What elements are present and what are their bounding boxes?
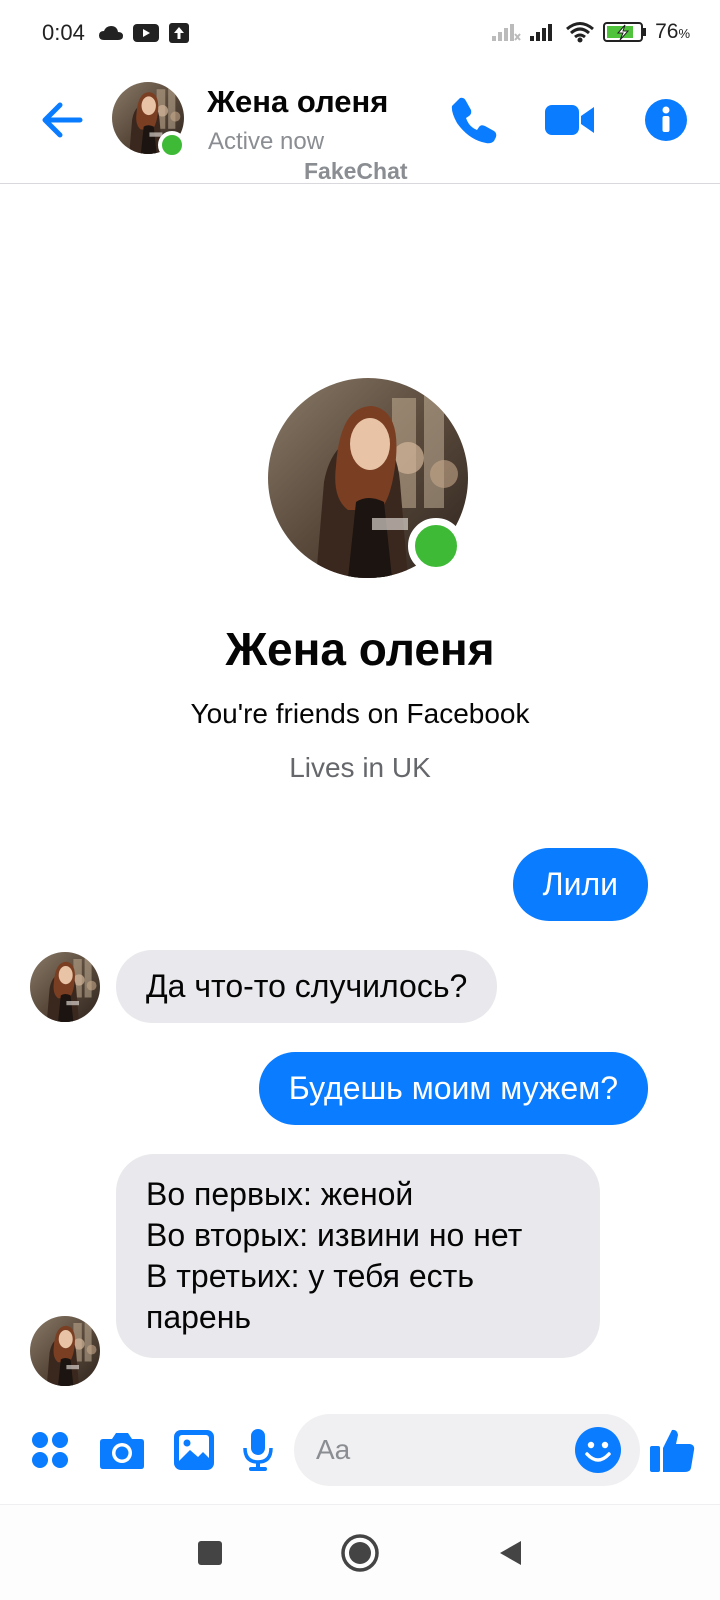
notification-icons — [98, 22, 190, 44]
profile-name: Жена оленя — [225, 623, 495, 675]
signal-icon — [492, 24, 521, 41]
apps-button[interactable] — [22, 1422, 78, 1478]
nav-home-icon — [341, 1534, 379, 1572]
online-indicator — [158, 131, 186, 159]
status-bar: 0:04 76% — [0, 0, 720, 70]
nav-back-icon — [500, 1541, 521, 1565]
emoji-icon — [575, 1427, 621, 1473]
video-call-button[interactable] — [542, 92, 598, 148]
message-bubble-incoming[interactable]: Да что-то случилось? — [116, 950, 498, 1023]
message-input-container — [294, 1414, 640, 1486]
system-navigation-bar — [0, 1504, 720, 1600]
system-back-button[interactable] — [484, 1527, 536, 1579]
cloud-icon — [99, 26, 123, 40]
emoji-button[interactable] — [574, 1426, 622, 1474]
message-bubble-outgoing[interactable]: Будешь моим мужем? — [258, 1052, 648, 1125]
battery-icon — [603, 22, 647, 42]
microphone-icon — [243, 1429, 273, 1471]
info-icon — [645, 99, 687, 141]
message-input[interactable] — [316, 1414, 556, 1486]
wifi-icon — [566, 22, 595, 43]
camera-button[interactable] — [94, 1422, 150, 1478]
battery-percent: 76% — [655, 20, 690, 43]
active-status: Active now — [208, 128, 325, 155]
message-composer — [0, 1400, 720, 1500]
contact-name[interactable]: Жена оленя — [207, 84, 388, 120]
camera-icon — [100, 1433, 144, 1469]
location-info: Lives in UK — [289, 752, 431, 783]
like-button[interactable] — [644, 1422, 700, 1478]
gallery-button[interactable] — [166, 1422, 222, 1478]
phone-icon — [451, 97, 497, 144]
watermark: FakeChat — [304, 158, 408, 184]
profile-online-indicator — [408, 518, 464, 574]
back-button[interactable] — [38, 96, 86, 144]
video-camera-icon — [545, 105, 594, 135]
message-bubble-incoming[interactable]: Во первых: женой Во вторых: извини но не… — [116, 1154, 600, 1358]
call-button[interactable] — [446, 92, 502, 148]
apps-grid-icon — [32, 1432, 68, 1468]
sender-avatar[interactable] — [30, 1316, 100, 1386]
nav-square-icon — [198, 1541, 222, 1565]
sender-avatar[interactable] — [30, 952, 100, 1022]
chat-header: Жена оленя Active now FakeChat — [0, 70, 720, 184]
gallery-icon — [174, 1430, 214, 1470]
recents-button[interactable] — [184, 1527, 236, 1579]
youtube-icon — [133, 24, 159, 42]
upload-icon — [169, 23, 189, 43]
info-button[interactable] — [638, 92, 694, 148]
status-time: 0:04 — [42, 20, 85, 45]
friends-info: You're friends on Facebook — [190, 698, 530, 729]
message-bubble-outgoing[interactable]: Лили — [512, 848, 648, 921]
home-button[interactable] — [334, 1527, 386, 1579]
status-right: 76% — [491, 20, 690, 44]
signal-icon — [530, 24, 553, 41]
back-arrow-icon — [42, 102, 83, 138]
thumbs-up-icon — [650, 1429, 695, 1472]
voice-button[interactable] — [230, 1422, 286, 1478]
